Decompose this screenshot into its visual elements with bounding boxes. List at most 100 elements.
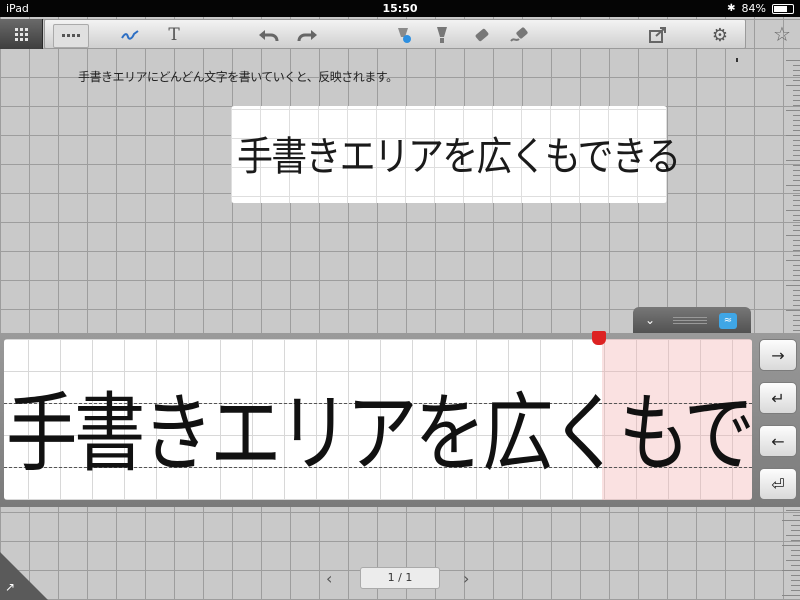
ruler-tick — [786, 285, 800, 286]
ruler-tick — [793, 130, 800, 131]
ruler-tick — [793, 515, 800, 516]
pen-color-button[interactable] — [391, 24, 417, 46]
marker-icon — [437, 27, 447, 43]
grid-menu-button[interactable] — [0, 19, 43, 49]
ruler-tick — [793, 230, 800, 231]
ruler-tick — [786, 60, 800, 61]
ruler-tick — [786, 235, 800, 236]
ruler-tick — [786, 510, 800, 511]
resize-arrow-icon[interactable]: ↗ — [5, 580, 15, 594]
ruler-tick — [793, 290, 800, 291]
stroke-eraser-icon — [510, 27, 528, 42]
ruler-tick — [786, 210, 800, 211]
handwriting-strokes: 手書きエリアを広くもできる — [6, 384, 752, 484]
drag-handle[interactable] — [673, 317, 707, 325]
ruler-tick — [793, 315, 800, 316]
undo-button[interactable] — [255, 24, 281, 46]
text-preview-box[interactable]: 手書きエリアを広くもできる — [231, 106, 681, 203]
pen-icon — [121, 30, 139, 40]
favorite-button[interactable]: ☆ — [764, 19, 800, 49]
ruler-tick — [791, 580, 800, 581]
undo-icon — [259, 30, 279, 42]
settings-button[interactable]: ⚙ — [707, 24, 733, 46]
ruler-tick — [786, 160, 800, 161]
ruler-tick — [793, 270, 800, 271]
space-button[interactable]: → — [759, 339, 797, 371]
handwriting-area[interactable]: 手書きエリアを広くもできる — [4, 339, 752, 500]
bluetooth-icon: ✱ — [727, 3, 736, 14]
ruler-tick — [793, 125, 800, 126]
menu-dots-button[interactable] — [53, 24, 89, 48]
corner-ruler — [760, 520, 800, 600]
eraser-button[interactable] — [469, 24, 495, 46]
cursor-pin-icon[interactable] — [592, 331, 606, 345]
ruler-tick — [793, 120, 800, 121]
ruler-tick — [793, 200, 800, 201]
ruler-tick — [791, 585, 800, 586]
toolbar: T ⚙ — [44, 19, 746, 49]
ruler-tick — [786, 135, 800, 136]
ruler-tick — [793, 330, 800, 331]
ruler-tick — [793, 115, 800, 116]
backspace-button[interactable]: ← — [759, 425, 797, 457]
newline-icon: ⏎ — [771, 474, 785, 494]
ruler-tick — [791, 540, 800, 541]
ruler-tick — [782, 595, 800, 596]
next-page-button[interactable]: › — [463, 569, 469, 588]
export-icon — [649, 27, 666, 43]
stroke-eraser-button[interactable] — [507, 24, 533, 46]
ruler-tick — [793, 145, 800, 146]
ruler-tick — [786, 85, 800, 86]
handwriting-tab[interactable]: ⌄ ≈ — [633, 307, 751, 335]
ruler-tick — [793, 240, 800, 241]
ruler-tick — [791, 525, 800, 526]
ruler-tick — [793, 305, 800, 306]
ruler-tick — [793, 220, 800, 221]
ruler-tick — [793, 265, 800, 266]
pen-tool-button[interactable] — [117, 24, 143, 46]
redo-button[interactable] — [295, 24, 321, 46]
ruler-tick — [791, 535, 800, 536]
ruler-tick — [793, 155, 800, 156]
ruler-tick — [786, 110, 800, 111]
page-indicator[interactable]: 1 / 1 — [360, 567, 440, 589]
marker-button[interactable] — [429, 24, 455, 46]
ruler-tick — [793, 205, 800, 206]
ruler-tick — [793, 295, 800, 296]
chevron-down-icon[interactable]: ⌄ — [645, 313, 655, 327]
arrow-right-icon: → — [771, 345, 785, 365]
ruler-tick — [793, 175, 800, 176]
ruler-tick — [782, 545, 800, 546]
ruler-tick — [793, 75, 800, 76]
grid-icon — [15, 28, 28, 41]
battery-icon — [772, 3, 794, 14]
newline-button[interactable]: ⏎ — [759, 468, 797, 500]
preview-handwriting: 手書きエリアを広くもできる — [237, 134, 681, 180]
ruler-tick — [793, 275, 800, 276]
ruler-tick — [793, 325, 800, 326]
ruler-tick — [793, 70, 800, 71]
pen-color-icon — [398, 28, 411, 43]
handwriting-toggle-icon[interactable]: ≈ — [719, 313, 737, 329]
ruler-tick — [793, 280, 800, 281]
instruction-text: 手書きエリアにどんどん文字を書いていくと、反映されます。 — [78, 70, 398, 84]
export-button[interactable] — [645, 24, 671, 46]
battery-percent: 84% — [741, 2, 766, 15]
pager: ‹ 1 / 1 › — [0, 567, 800, 589]
ruler-tick — [791, 530, 800, 531]
ruler-tick — [793, 150, 800, 151]
menu-dots-icon — [62, 34, 80, 37]
eraser-icon — [475, 28, 489, 42]
status-right: ✱ 84% — [727, 2, 794, 15]
ruler-tick — [793, 105, 800, 106]
text-tool-button[interactable]: T — [161, 24, 187, 46]
ruler-tick — [786, 185, 800, 186]
return-button[interactable]: ↵ — [759, 382, 797, 414]
ruler-tick — [791, 550, 800, 551]
ruler-tick — [791, 565, 800, 566]
ruler-tick — [793, 245, 800, 246]
ruler-tick — [793, 225, 800, 226]
ruler-tick — [793, 250, 800, 251]
previous-page-button[interactable]: ‹ — [326, 569, 332, 588]
ruler-tick — [793, 180, 800, 181]
